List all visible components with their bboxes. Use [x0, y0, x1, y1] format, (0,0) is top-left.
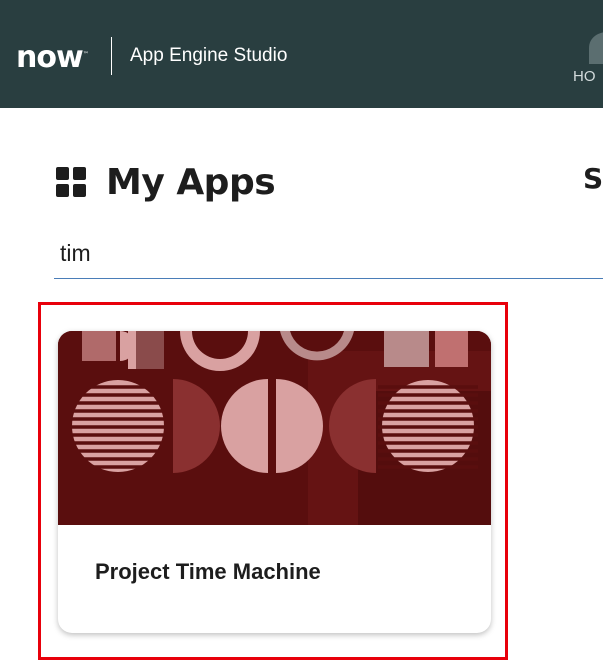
search-field: [54, 236, 603, 279]
logo-trademark: ™: [82, 51, 89, 58]
page-title-text: My Apps: [106, 161, 276, 203]
app-card-banner-image: [58, 331, 491, 525]
side-section-heading: SC: [583, 162, 603, 195]
app-card-title[interactable]: Project Time Machine: [95, 559, 321, 585]
header-divider: [111, 37, 112, 75]
top-navigation-bar: now™ App Engine Studio HO: [0, 0, 603, 108]
home-nav-label: HO: [573, 68, 596, 85]
home-nav-button[interactable]: HO: [573, 30, 603, 90]
home-icon: [589, 32, 603, 64]
logo-text: now: [16, 40, 84, 75]
apps-grid-icon: [56, 167, 86, 197]
app-title: App Engine Studio: [130, 45, 288, 66]
app-card[interactable]: Project Time Machine: [58, 331, 491, 633]
page-title: My Apps: [56, 160, 276, 204]
servicenow-logo[interactable]: now™: [16, 38, 89, 75]
app-search-input[interactable]: [54, 236, 603, 271]
